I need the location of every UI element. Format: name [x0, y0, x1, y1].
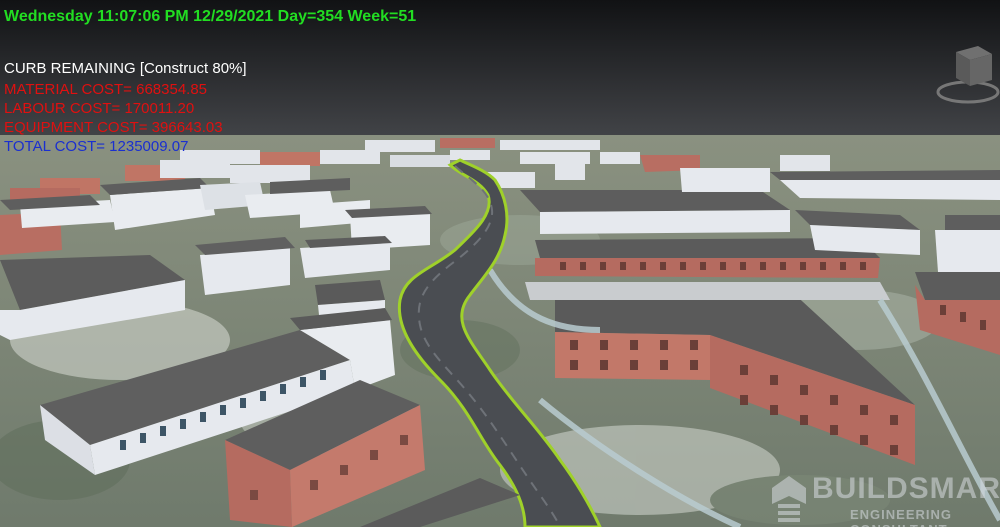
buildsmart-logo-icon [772, 476, 806, 522]
simulation-datetime: Wednesday 11:07:06 PM 12/29/2021 Day=354… [4, 8, 417, 25]
material-cost: MATERIAL COST= 668354.85 [4, 81, 208, 98]
3d-viewport[interactable]: Wednesday 11:07:06 PM 12/29/2021 Day=354… [0, 0, 1000, 527]
view-cube-icon[interactable] [936, 42, 1000, 106]
logo-title: BUILDSMART [812, 472, 1000, 505]
total-cost: TOTAL COST= 1235009.07 [4, 138, 189, 155]
watermark-logo: BUILDSMART ENGINEERING CONSULTANT [760, 472, 1000, 527]
construction-status: CURB REMAINING [Construct 80%] [4, 60, 247, 77]
labour-cost: LABOUR COST= 170011.20 [4, 100, 195, 117]
equipment-cost: EQUIPMENT COST= 396643.03 [4, 119, 223, 136]
logo-subtitle: ENGINEERING CONSULTANT [850, 507, 953, 527]
